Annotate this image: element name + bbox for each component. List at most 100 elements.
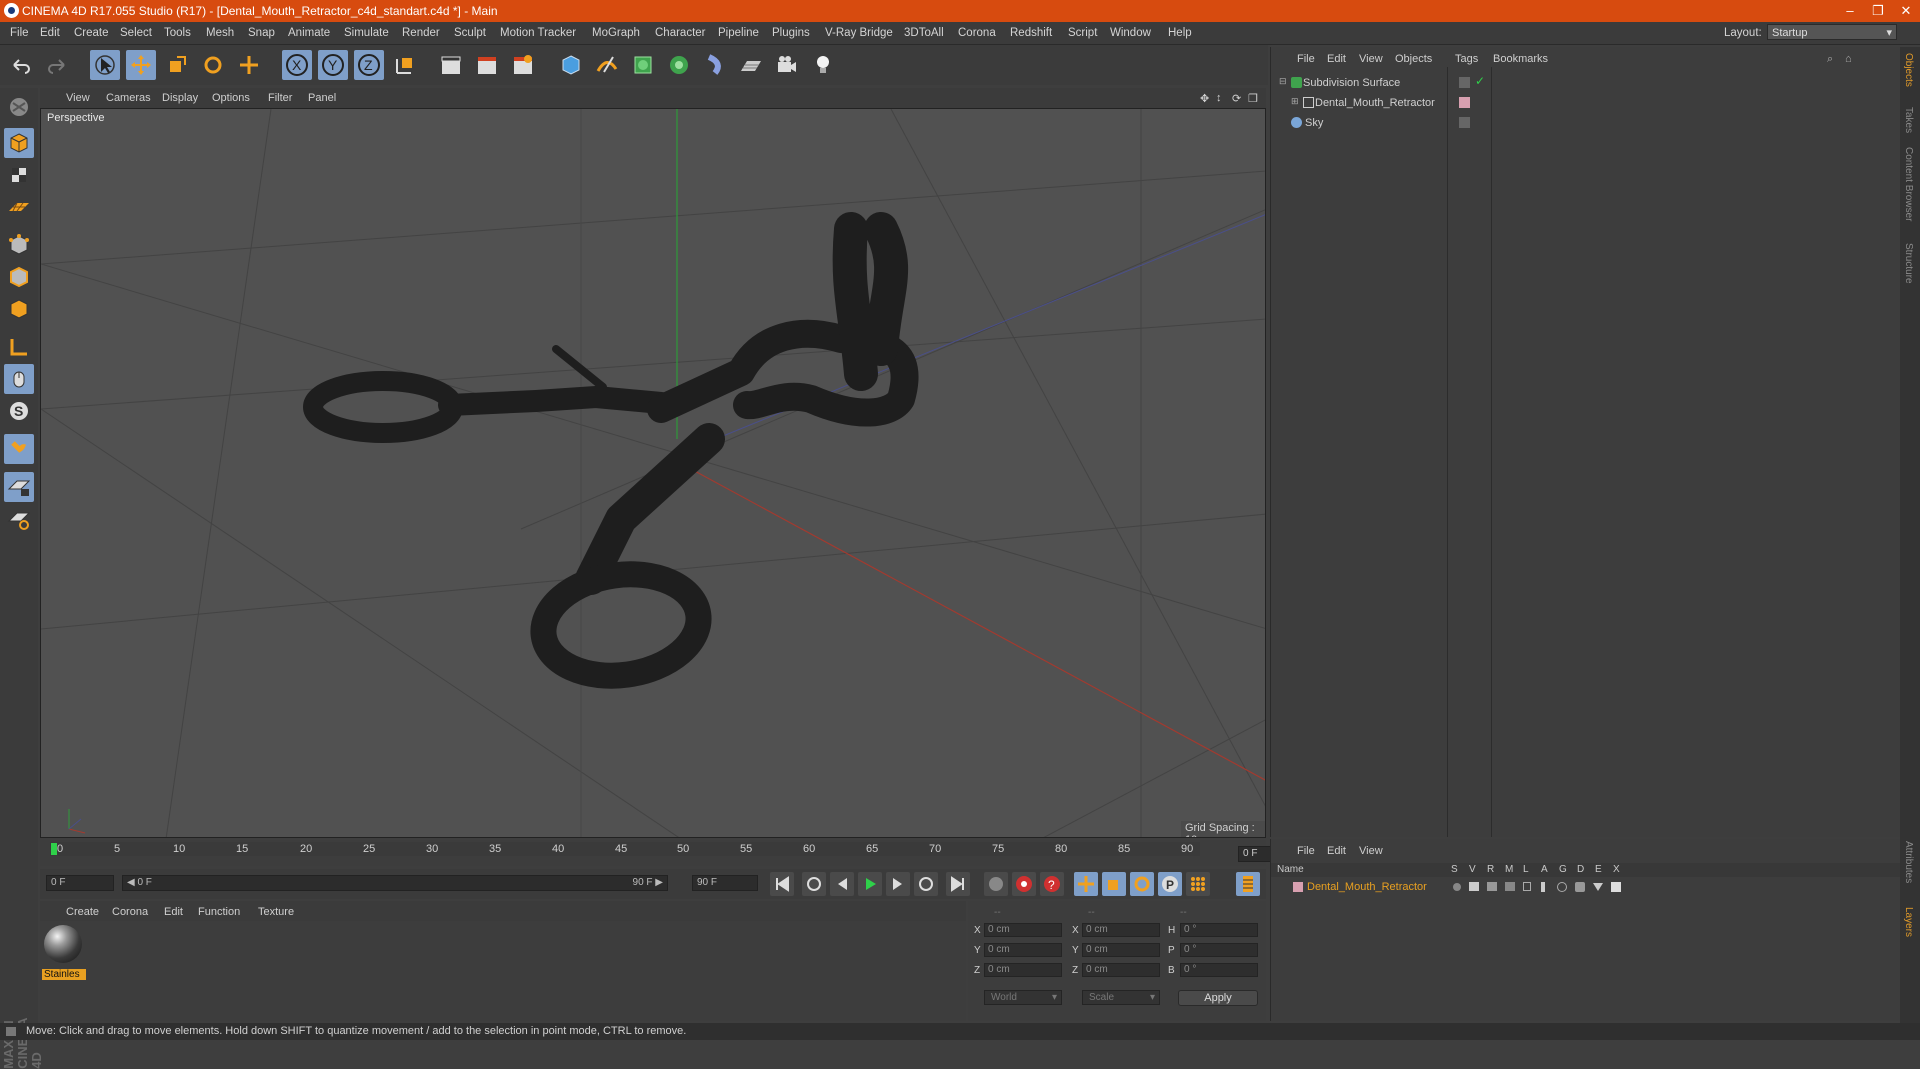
size-z-field[interactable]: 0 cm <box>1082 963 1160 977</box>
render-icon[interactable] <box>1487 882 1497 891</box>
floor-button[interactable] <box>736 50 766 80</box>
collapse-icon[interactable]: ⊟ <box>1279 76 1287 87</box>
live-selection-button[interactable] <box>90 50 120 80</box>
deformer-icon[interactable] <box>1575 882 1585 892</box>
start-frame-field[interactable]: 0 F <box>46 875 114 891</box>
snap-button[interactable]: S <box>4 396 34 426</box>
tweak-mode-button[interactable] <box>4 364 34 394</box>
home-icon[interactable]: ⌂ <box>1845 53 1852 65</box>
eye-icon[interactable] <box>1469 882 1479 891</box>
play-button[interactable] <box>858 872 882 896</box>
previous-frame-button[interactable] <box>830 872 854 896</box>
render-settings-button[interactable] <box>508 50 538 80</box>
tab-objects[interactable]: Objects <box>1903 53 1914 87</box>
layers-menu-view[interactable]: View <box>1359 845 1383 857</box>
menu-animate[interactable]: Animate <box>288 27 330 39</box>
polygons-mode-button[interactable] <box>4 294 34 324</box>
tab-attributes[interactable]: Attributes <box>1903 841 1914 883</box>
material-menu-edit[interactable]: Edit <box>164 906 183 918</box>
record-keys-button[interactable] <box>984 872 1008 896</box>
menu-motion-tracker[interactable]: Motion Tracker <box>500 27 576 39</box>
menu-create[interactable]: Create <box>74 27 109 39</box>
manager-icon[interactable] <box>1505 882 1515 891</box>
rotation-h-field[interactable]: 0 ° <box>1180 923 1258 937</box>
viewport-menu-panel[interactable]: Panel <box>308 92 336 104</box>
make-editable-button[interactable] <box>4 92 34 122</box>
viewport-menu-filter[interactable]: Filter <box>268 92 292 104</box>
array-button[interactable] <box>664 50 694 80</box>
autokeying-button[interactable] <box>1012 872 1036 896</box>
cube-object-button[interactable] <box>556 50 586 80</box>
position-z-field[interactable]: 0 cm <box>984 963 1062 977</box>
key-pla-button[interactable] <box>1186 872 1210 896</box>
render-view-button[interactable] <box>436 50 466 80</box>
menu-redshift[interactable]: Redshift <box>1010 27 1052 39</box>
layers-menu-edit[interactable]: Edit <box>1327 845 1346 857</box>
viewport-maximize-icon[interactable]: ❐ <box>1248 92 1258 105</box>
deformer-button[interactable] <box>700 50 730 80</box>
locked-workplane-button[interactable] <box>4 472 34 502</box>
layers-menu-file[interactable]: File <box>1297 845 1315 857</box>
axis-mode-button[interactable] <box>4 332 34 362</box>
viewport-move-icon[interactable]: ✥ <box>1200 92 1209 105</box>
perspective-viewport[interactable]: Perspective Grid Spacing : 10 cm <box>40 108 1266 838</box>
tab-takes[interactable]: Takes <box>1903 107 1914 133</box>
camera-button[interactable] <box>772 50 802 80</box>
viewport-menu-options[interactable]: Options <box>212 92 250 104</box>
objects-menu-objects[interactable]: Objects <box>1395 53 1432 65</box>
layer-row[interactable]: Dental_Mouth_Retractor <box>1271 879 1901 895</box>
y-axis-button[interactable]: Y <box>318 50 348 80</box>
menu-simulate[interactable]: Simulate <box>344 27 389 39</box>
tab-structure[interactable]: Structure <box>1903 243 1914 284</box>
checkmark-icon[interactable]: ✓ <box>1475 74 1485 88</box>
previous-key-button[interactable] <box>802 872 826 896</box>
object-row-subdivision-surface[interactable]: ⊟ Subdivision Surface ✓ <box>1275 74 1897 92</box>
menu-window[interactable]: Window <box>1110 27 1151 39</box>
model-mode-button[interactable] <box>4 128 34 158</box>
coord-system-select[interactable]: World ▾ <box>984 990 1062 1005</box>
viewport-menu-display[interactable]: Display <box>162 92 198 104</box>
rotate-tool-button[interactable] <box>198 50 228 80</box>
transform-tool-button[interactable] <box>234 50 264 80</box>
material-menu-function[interactable]: Function <box>198 906 240 918</box>
light-button[interactable] <box>808 50 838 80</box>
menu-file[interactable]: File <box>10 27 29 39</box>
layout-select[interactable]: Startup ▾ <box>1767 24 1897 40</box>
expression-icon[interactable] <box>1593 883 1603 891</box>
menu-sculpt[interactable]: Sculpt <box>454 27 486 39</box>
tab-content-browser[interactable]: Content Browser <box>1903 147 1914 221</box>
apply-button[interactable]: Apply <box>1178 990 1258 1006</box>
workplane-mode-button[interactable] <box>4 192 34 222</box>
position-x-field[interactable]: 0 cm <box>984 923 1062 937</box>
go-to-start-button[interactable] <box>770 872 794 896</box>
objects-menu-view[interactable]: View <box>1359 53 1383 65</box>
key-position-button[interactable] <box>1074 872 1098 896</box>
search-icon[interactable]: ⌕ <box>1827 53 1833 66</box>
viewport-menu-view[interactable]: View <box>66 92 90 104</box>
menu-edit[interactable]: Edit <box>40 27 60 39</box>
menu-corona[interactable]: Corona <box>958 27 996 39</box>
timeline-window-button[interactable] <box>1236 872 1260 896</box>
objects-menu-file[interactable]: File <box>1297 53 1315 65</box>
menu-plugins[interactable]: Plugins <box>772 27 810 39</box>
menu-snap[interactable]: Snap <box>248 27 275 39</box>
objects-menu-tags[interactable]: Tags <box>1455 53 1478 65</box>
edges-mode-button[interactable] <box>4 262 34 292</box>
objects-menu-edit[interactable]: Edit <box>1327 53 1346 65</box>
enable-snap-button[interactable] <box>4 434 34 464</box>
frame-range-slider[interactable]: ◀ 0 F 90 F ▶ <box>122 875 668 891</box>
minimize-button[interactable]: – <box>1836 2 1864 20</box>
redo-button[interactable] <box>42 50 72 80</box>
tab-layers[interactable]: Layers <box>1903 907 1914 937</box>
pen-spline-button[interactable] <box>592 50 622 80</box>
material-menu-corona[interactable]: Corona <box>112 906 148 918</box>
end-frame-field[interactable]: 90 F <box>692 875 758 891</box>
layer-color-swatch[interactable] <box>1293 882 1303 892</box>
menu-script[interactable]: Script <box>1068 27 1097 39</box>
undo-button[interactable] <box>6 50 36 80</box>
viewport-menu-cameras[interactable]: Cameras <box>106 92 151 104</box>
next-key-button[interactable] <box>914 872 938 896</box>
points-mode-button[interactable] <box>4 230 34 260</box>
objects-menu-bookmarks[interactable]: Bookmarks <box>1493 53 1548 65</box>
size-mode-select[interactable]: Scale ▾ <box>1082 990 1160 1005</box>
